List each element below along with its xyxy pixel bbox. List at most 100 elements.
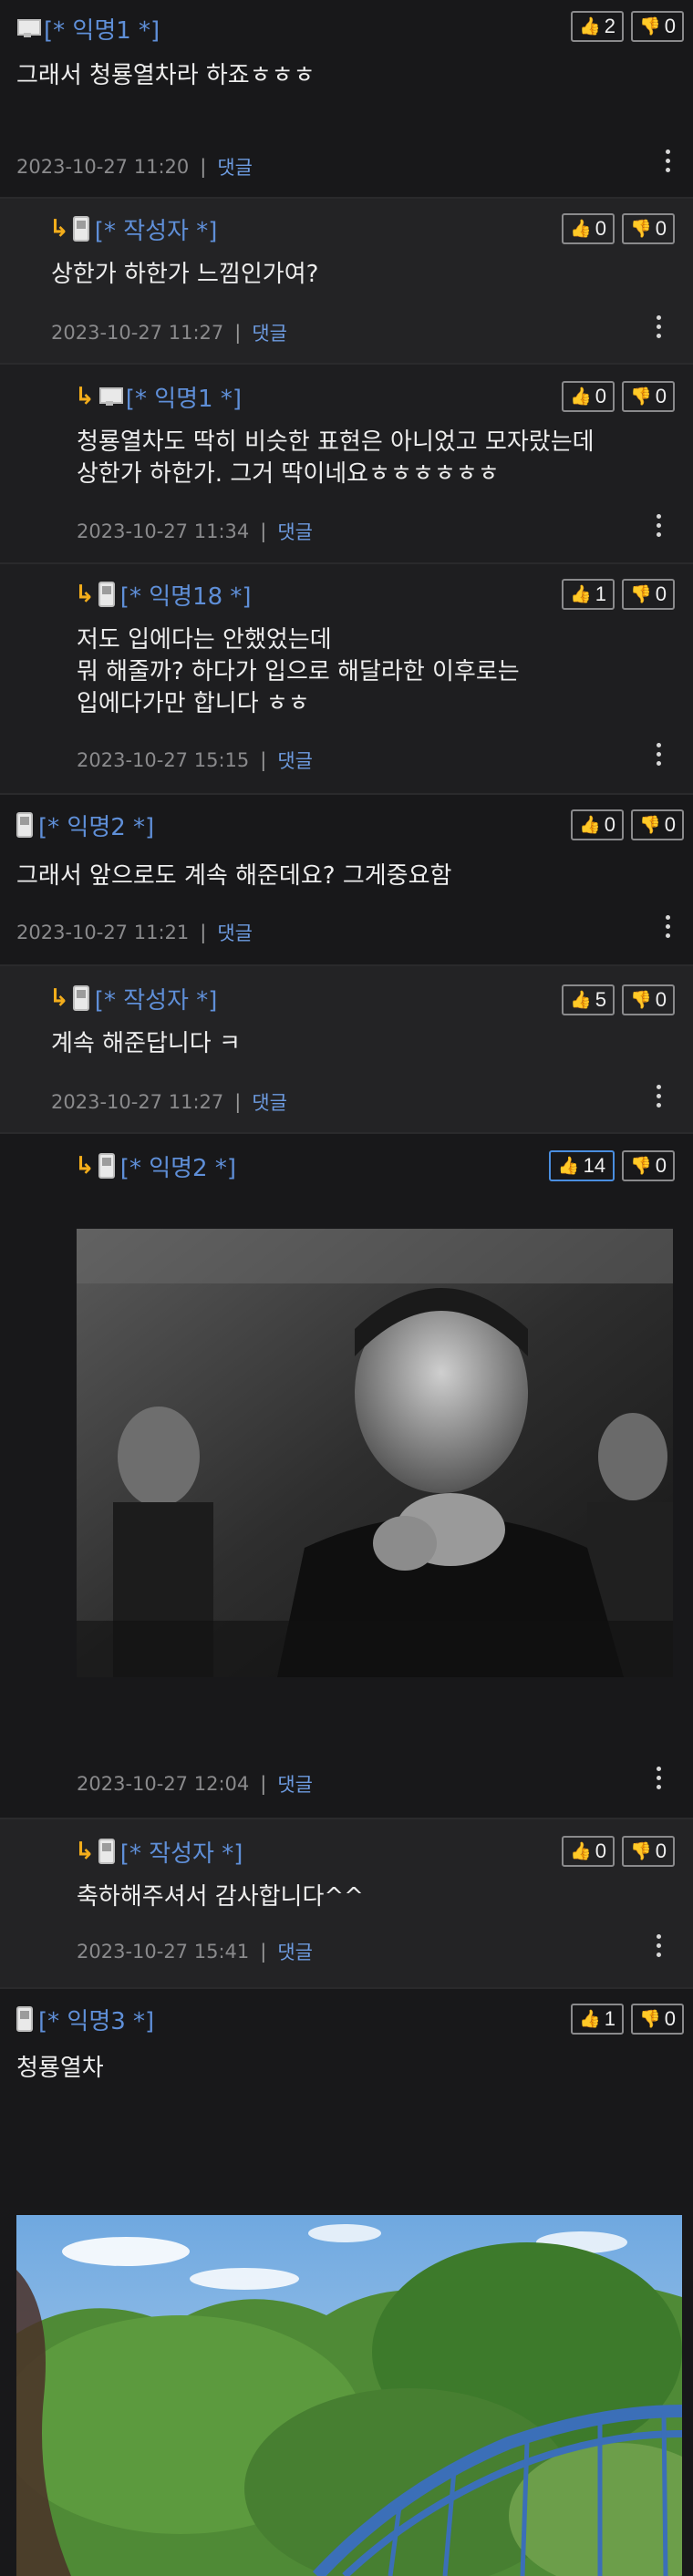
nickname[interactable]: [* 익명18 *] bbox=[120, 578, 252, 612]
dislike-button[interactable]: 👎 0 bbox=[622, 381, 675, 412]
comment-meta: 2023-10-27 11:21 | 댓글 bbox=[16, 919, 253, 946]
comment-header: ↳ [* 작성자 *] bbox=[49, 982, 218, 1015]
reply-link[interactable]: 댓글 bbox=[277, 1770, 313, 1798]
dislike-button[interactable]: 👎 0 bbox=[622, 213, 675, 244]
reply-arrow-icon: ↳ bbox=[75, 1838, 95, 1865]
comment-3: ↳ [* 익명18 *] 👍 1 👎 0 저도 입에다는 안했었는데 뭐 해줄까? … bbox=[0, 564, 693, 795]
nickname[interactable]: [* 작성자 *] bbox=[95, 212, 218, 246]
kebab-menu-icon[interactable] bbox=[655, 514, 662, 537]
like-button[interactable]: 👍 0 bbox=[562, 1836, 615, 1867]
reply-link[interactable]: 댓글 bbox=[252, 1088, 287, 1116]
comment-8: [* 익명3 *] 👍 1 👎 0 청룡열차 bbox=[0, 1989, 693, 2576]
kebab-menu-icon[interactable] bbox=[655, 1934, 662, 1957]
vote-group: 👍 0 👎 0 bbox=[562, 213, 675, 244]
vote-group: 👍 14 👎 0 bbox=[549, 1150, 675, 1181]
nickname[interactable]: [* 익명2 *] bbox=[120, 1149, 236, 1183]
comment-body: 저도 입에다는 안했었는데 뭐 해줄까? 하다가 입으로 해달라한 이후로는 입… bbox=[77, 626, 520, 717]
thumbs-down-icon: 👎 bbox=[639, 816, 661, 835]
dislike-button[interactable]: 👎 0 bbox=[622, 984, 675, 1015]
vote-group: 👍 2 👎 0 bbox=[571, 11, 684, 42]
thumbs-up-icon: 👍 bbox=[579, 2010, 601, 2029]
comment-body: 계속 해준답니다 ㅋ bbox=[51, 1030, 241, 1057]
mobile-phone-icon bbox=[98, 1153, 115, 1179]
vote-group: 👍 0 👎 0 bbox=[562, 381, 675, 412]
comment-7: ↳ [* 작성자 *] 👍 0 👎 0 축하해주셔서 감사합니다^^ 2023-10… bbox=[0, 1819, 693, 1989]
reply-link[interactable]: 댓글 bbox=[252, 319, 287, 346]
dislike-button[interactable]: 👎 0 bbox=[622, 579, 675, 610]
comment-body: 상한가 하한가 느낌인가여? bbox=[51, 261, 319, 288]
mobile-phone-icon bbox=[16, 2006, 33, 2032]
kebab-menu-icon[interactable] bbox=[655, 743, 662, 766]
dislike-button[interactable]: 👎 0 bbox=[631, 809, 684, 840]
comment-header: ↳ [* 작성자 *] bbox=[75, 1835, 243, 1869]
like-button[interactable]: 👍 14 bbox=[549, 1150, 615, 1181]
timestamp: 2023-10-27 11:34 bbox=[77, 520, 250, 542]
nickname[interactable]: [* 익명1 *] bbox=[126, 380, 242, 414]
like-button[interactable]: 👍 0 bbox=[571, 809, 624, 840]
comment-0: [* 익명1 *] 👍 2 👎 0 그래서 청룡열차라 하죠ㅎㅎㅎ 2023-10-… bbox=[0, 0, 693, 199]
comment-header: ↳ [* 익명2 *] bbox=[75, 1149, 236, 1183]
thumbs-up-icon: 👍 bbox=[579, 17, 601, 36]
nickname[interactable]: [* 작성자 *] bbox=[95, 982, 218, 1015]
vote-group: 👍 1 👎 0 bbox=[571, 2004, 684, 2035]
vote-group: 👍 1 👎 0 bbox=[562, 579, 675, 610]
kebab-menu-icon[interactable] bbox=[655, 315, 662, 338]
dislike-button[interactable]: 👎 0 bbox=[622, 1150, 675, 1181]
comment-body: 그래서 앞으로도 계속 해준데요? 그게중요함 bbox=[16, 862, 452, 890]
dislike-button[interactable]: 👎 0 bbox=[622, 1836, 675, 1867]
thumbs-down-icon: 👎 bbox=[630, 220, 652, 239]
timestamp: 2023-10-27 12:04 bbox=[77, 1773, 250, 1795]
mobile-phone-icon bbox=[16, 812, 33, 838]
nickname[interactable]: [* 익명2 *] bbox=[38, 809, 154, 842]
comment-body: 그래서 청룡열차라 하죠ㅎㅎㅎ bbox=[16, 62, 315, 89]
reply-link[interactable]: 댓글 bbox=[277, 1938, 313, 1965]
comment-header: ↳ [* 작성자 *] bbox=[49, 212, 218, 246]
reply-link[interactable]: 댓글 bbox=[277, 518, 313, 545]
comment-header: ↳ [* 익명18 *] bbox=[75, 578, 252, 612]
like-button[interactable]: 👍 1 bbox=[562, 579, 615, 610]
thumbs-up-icon: 👍 bbox=[570, 585, 592, 604]
thumbs-up-icon: 👍 bbox=[557, 1157, 580, 1176]
mobile-phone-icon bbox=[98, 582, 115, 607]
kebab-menu-icon[interactable] bbox=[655, 1767, 662, 1789]
nickname[interactable]: [* 익명3 *] bbox=[38, 2003, 154, 2036]
nickname[interactable]: [* 익명1 *] bbox=[44, 12, 160, 46]
thumbs-up-icon: 👍 bbox=[570, 220, 592, 239]
like-button[interactable]: 👍 5 bbox=[562, 984, 615, 1015]
kebab-menu-icon[interactable] bbox=[664, 149, 671, 172]
comment-meta: 2023-10-27 15:41 | 댓글 bbox=[77, 1938, 313, 1965]
pc-monitor-icon bbox=[98, 386, 123, 407]
reply-link[interactable]: 댓글 bbox=[217, 919, 253, 946]
reply-arrow-icon: ↳ bbox=[49, 984, 69, 1012]
like-button[interactable]: 👍 0 bbox=[562, 381, 615, 412]
comment-body: 청룡열차 bbox=[16, 2055, 104, 2082]
comment-header: [* 익명1 *] bbox=[16, 12, 160, 46]
thumbs-down-icon: 👎 bbox=[639, 17, 661, 36]
vote-group: 👍 0 👎 0 bbox=[571, 809, 684, 840]
comment-2: ↳ [* 익명1 *] 👍 0 👎 0 청룡열차도 딱히 비슷한 표현은 아니었고 … bbox=[0, 365, 693, 564]
like-button[interactable]: 👍 2 bbox=[571, 11, 624, 42]
dislike-button[interactable]: 👎 0 bbox=[631, 2004, 684, 2035]
thumbs-up-icon: 👍 bbox=[579, 816, 601, 835]
reply-link[interactable]: 댓글 bbox=[217, 153, 253, 180]
thumbs-down-icon: 👎 bbox=[630, 1842, 652, 1861]
kebab-menu-icon[interactable] bbox=[664, 915, 671, 938]
like-button[interactable]: 👍 1 bbox=[571, 2004, 624, 2035]
kebab-menu-icon[interactable] bbox=[655, 1085, 662, 1108]
reply-link[interactable]: 댓글 bbox=[277, 747, 313, 774]
comment-1: ↳ [* 작성자 *] 👍 0 👎 0 상한가 하한가 느낌인가여? 2023-10… bbox=[0, 199, 693, 365]
comment-meta: 2023-10-27 11:20 | 댓글 bbox=[16, 153, 253, 180]
nickname[interactable]: [* 작성자 *] bbox=[120, 1835, 243, 1869]
thumbs-down-icon: 👎 bbox=[630, 1157, 652, 1176]
pc-monitor-icon bbox=[16, 18, 41, 38]
roller-coaster-image[interactable] bbox=[16, 2215, 682, 2576]
clapping-gif-image[interactable] bbox=[77, 1229, 673, 1677]
comment-header: [* 익명2 *] bbox=[16, 809, 154, 842]
reply-arrow-icon: ↳ bbox=[75, 1152, 95, 1180]
mobile-phone-icon bbox=[72, 985, 89, 1011]
dislike-button[interactable]: 👎 0 bbox=[631, 11, 684, 42]
like-button[interactable]: 👍 0 bbox=[562, 213, 615, 244]
comment-5: ↳ [* 작성자 *] 👍 5 👎 0 계속 해준답니다 ㅋ 2023-10-27 … bbox=[0, 966, 693, 1134]
thumbs-down-icon: 👎 bbox=[630, 387, 652, 407]
timestamp: 2023-10-27 15:41 bbox=[77, 1941, 250, 1963]
